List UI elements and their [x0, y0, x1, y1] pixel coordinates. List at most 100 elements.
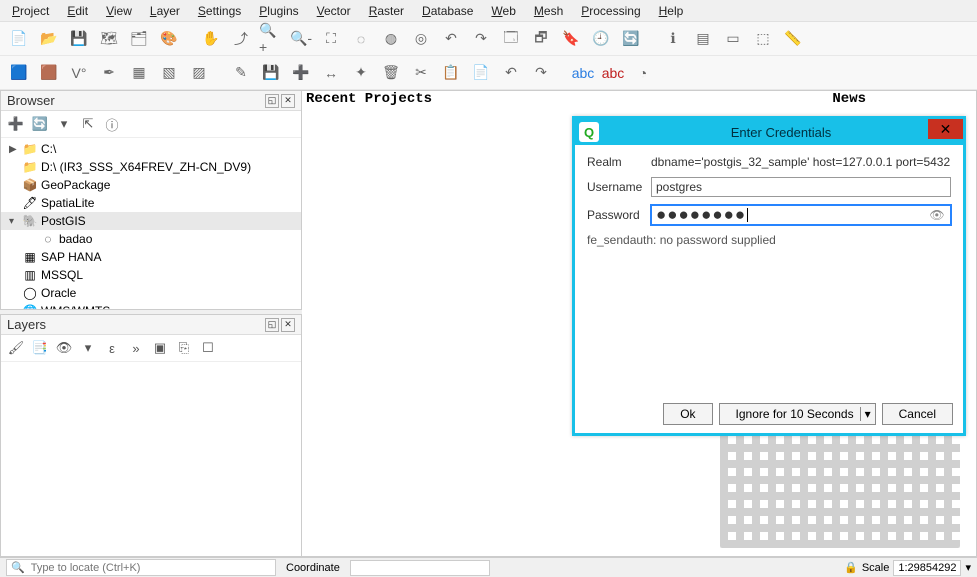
menu-view[interactable]: View — [98, 2, 140, 20]
layer-style-icon[interactable]: 🖌 — [7, 339, 25, 357]
bookmark-button[interactable]: 🔖 — [558, 26, 584, 52]
delete-button[interactable]: 🗑 — [378, 60, 404, 86]
ignore-dropdown-icon[interactable]: ▾ — [860, 407, 871, 421]
add-wms-button[interactable]: ▦ — [126, 60, 152, 86]
save-edits-button[interactable]: 💾 — [258, 60, 284, 86]
expand-icon[interactable]: ▶ — [9, 144, 19, 155]
temporal-button[interactable]: 🕘 — [588, 26, 614, 52]
zoom-last-button[interactable]: ↶ — [438, 26, 464, 52]
locator-search[interactable]: 🔍 — [6, 559, 276, 576]
deselect-button[interactable]: ⬚ — [750, 26, 776, 52]
diagram-button[interactable]: ◔ — [630, 60, 656, 86]
attributes-button[interactable]: ▤ — [690, 26, 716, 52]
menu-plugins[interactable]: Plugins — [251, 2, 306, 20]
menu-database[interactable]: Database — [414, 2, 481, 20]
move-feature-button[interactable]: ↔ — [318, 60, 344, 86]
tree-item-wms[interactable]: 🌐WMS/WMTS — [1, 302, 301, 309]
menu-settings[interactable]: Settings — [190, 2, 249, 20]
layer-expression-icon[interactable]: ε — [103, 339, 121, 357]
tree-item-geopackage[interactable]: 📦GeoPackage — [1, 176, 301, 194]
layer-collapse-icon[interactable]: ▣ — [151, 339, 169, 357]
menu-processing[interactable]: Processing — [573, 2, 648, 20]
menu-layer[interactable]: Layer — [142, 2, 188, 20]
style-manager-button[interactable]: 🎨 — [156, 26, 182, 52]
browser-close-icon[interactable]: ✕ — [281, 94, 295, 108]
new-project-button[interactable]: 📄 — [6, 26, 32, 52]
label-abc-button[interactable]: abc — [570, 60, 596, 86]
add-layer-icon[interactable]: ➕ — [7, 115, 25, 133]
layer-expand-icon[interactable]: » — [127, 339, 145, 357]
tree-item-mssql[interactable]: ▥MSSQL — [1, 266, 301, 284]
browser-undock-icon[interactable]: ◱ — [265, 94, 279, 108]
menu-raster[interactable]: Raster — [361, 2, 412, 20]
ignore-button[interactable]: Ignore for 10 Seconds ▾ — [719, 403, 876, 425]
copy-button[interactable]: 📋 — [438, 60, 464, 86]
identify-button[interactable]: ℹ — [660, 26, 686, 52]
tree-item-oracle[interactable]: ◯Oracle — [1, 284, 301, 302]
tree-item-folder[interactable]: ▶📁C:\ — [1, 140, 301, 158]
tree-item-db-conn[interactable]: ◌badao — [1, 230, 301, 248]
layer-filter-icon[interactable]: ▾ — [79, 339, 97, 357]
layer-remove-icon[interactable]: ⎘ — [175, 339, 193, 357]
password-input[interactable]: ●●●●●●●● 👁 — [651, 205, 951, 225]
zoom-native-button[interactable]: ◎ — [408, 26, 434, 52]
add-vector-button[interactable]: 🟦 — [6, 60, 32, 86]
add-virtual-button[interactable]: ▨ — [186, 60, 212, 86]
dialog-titlebar[interactable]: Q Enter Credentials ✕ — [575, 119, 963, 145]
tree-item-sap[interactable]: ▦SAP HANA — [1, 248, 301, 266]
toggle-editing-button[interactable]: ✎ — [228, 60, 254, 86]
node-tool-button[interactable]: ✦ — [348, 60, 374, 86]
label-abc-red-button[interactable]: abc — [600, 60, 626, 86]
new-3d-view-button[interactable]: 🗗 — [528, 26, 554, 52]
tree-item-spatialite[interactable]: 🖊SpatiaLite — [1, 194, 301, 212]
toggle-password-visibility-icon[interactable]: 👁 — [928, 208, 946, 222]
menu-edit[interactable]: Edit — [59, 2, 96, 20]
layout-manager-button[interactable]: 🗂 — [126, 26, 152, 52]
add-raster-button[interactable]: 🟫 — [36, 60, 62, 86]
zoom-layer-button[interactable]: ◍ — [378, 26, 404, 52]
add-mesh-button[interactable]: V° — [66, 60, 92, 86]
menu-project[interactable]: Project — [4, 2, 57, 20]
measure-button[interactable]: 📏 — [780, 26, 806, 52]
layer-add-group-icon[interactable]: 📑 — [31, 339, 49, 357]
redo-button[interactable]: ↷ — [528, 60, 554, 86]
new-print-layout-button[interactable]: 🗺 — [96, 26, 122, 52]
browser-tree[interactable]: ▶📁C:\📁D:\ (IR3_SSS_X64FREV_ZH-CN_DV9)📦Ge… — [1, 138, 301, 309]
refresh-button[interactable]: 🔄 — [618, 26, 644, 52]
refresh-icon[interactable]: 🔄 — [31, 115, 49, 133]
tree-item-postgis[interactable]: ▾🐘PostGIS — [1, 212, 301, 230]
open-project-button[interactable]: 📂 — [36, 26, 62, 52]
zoom-out-button[interactable]: 🔍- — [288, 26, 314, 52]
pan-to-selection-button[interactable]: ⤴ — [228, 26, 254, 52]
menu-vector[interactable]: Vector — [309, 2, 359, 20]
filter-icon[interactable]: ▾ — [55, 115, 73, 133]
dialog-close-button[interactable]: ✕ — [928, 116, 966, 142]
layers-close-icon[interactable]: ✕ — [281, 318, 295, 332]
coordinate-value[interactable] — [350, 560, 490, 576]
menu-help[interactable]: Help — [651, 2, 692, 20]
zoom-in-button[interactable]: 🔍+ — [258, 26, 284, 52]
layers-undock-icon[interactable]: ◱ — [265, 318, 279, 332]
new-map-view-button[interactable]: 🗔 — [498, 26, 524, 52]
paste-button[interactable]: 📄 — [468, 60, 494, 86]
menu-web[interactable]: Web — [483, 2, 523, 20]
expand-icon[interactable]: ▾ — [9, 216, 19, 227]
select-button[interactable]: ▭ — [720, 26, 746, 52]
ok-button[interactable]: Ok — [663, 403, 712, 425]
layer-visibility-icon[interactable]: 👁 — [55, 339, 73, 357]
pan-button[interactable]: ✋ — [198, 26, 224, 52]
collapse-icon[interactable]: ⇱ — [79, 115, 97, 133]
save-project-button[interactable]: 💾 — [66, 26, 92, 52]
add-feature-button[interactable]: ➕ — [288, 60, 314, 86]
scale-value[interactable]: 1:29854292 — [893, 560, 961, 576]
tree-item-folder[interactable]: 📁D:\ (IR3_SSS_X64FREV_ZH-CN_DV9) — [1, 158, 301, 176]
add-xyz-button[interactable]: ▧ — [156, 60, 182, 86]
menu-mesh[interactable]: Mesh — [526, 2, 571, 20]
scale-dropdown-icon[interactable]: ▾ — [965, 561, 971, 574]
digitize-button[interactable]: ✒ — [96, 60, 122, 86]
properties-icon[interactable]: ⓘ — [103, 115, 121, 133]
scale-lock-icon[interactable]: 🔒 — [844, 561, 858, 574]
zoom-full-button[interactable]: ⛶ — [318, 26, 344, 52]
zoom-next-button[interactable]: ↷ — [468, 26, 494, 52]
layer-remove2-icon[interactable]: ☐ — [199, 339, 217, 357]
